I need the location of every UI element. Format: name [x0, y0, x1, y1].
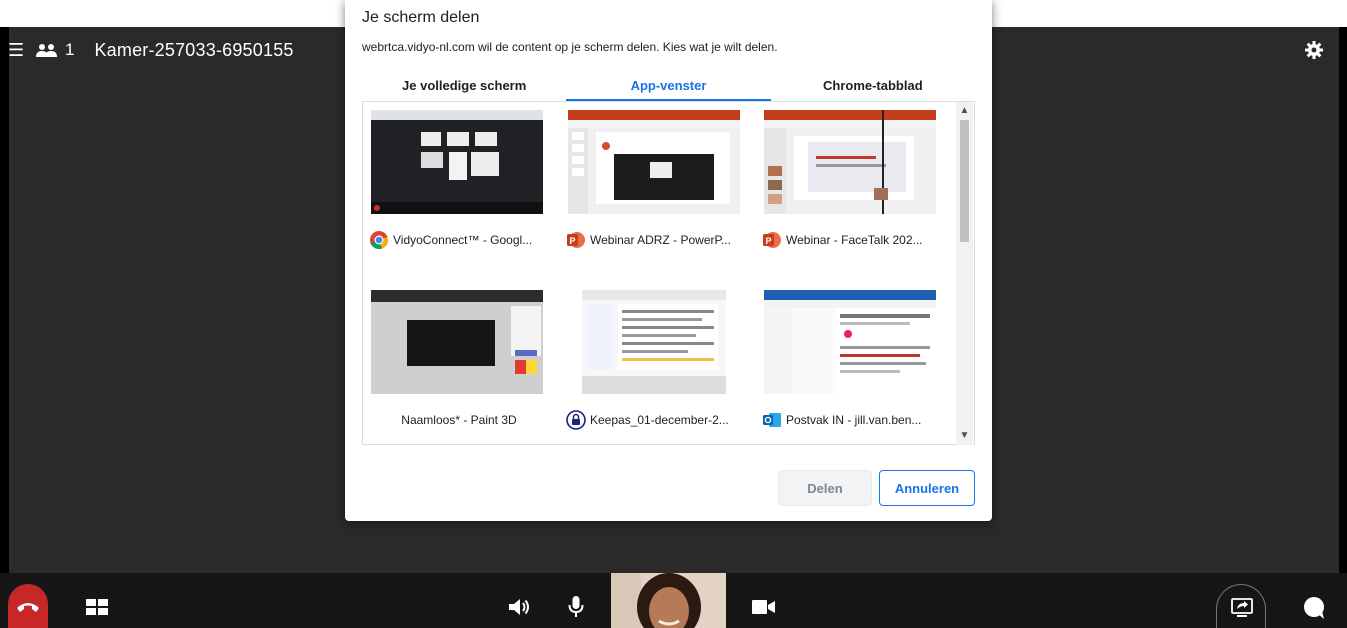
microphone-icon[interactable]	[567, 595, 585, 619]
tab-app-window[interactable]: App-venster	[566, 73, 771, 101]
window-option[interactable]: P Webinar ADRZ - PowerP...	[560, 102, 745, 262]
window-option[interactable]: VidyoConnect™ - Googl...	[363, 102, 548, 262]
window-title: Keepas_01-december-2...	[590, 413, 729, 427]
window-label: Keepas_01-december-2...	[566, 406, 746, 434]
window-option[interactable]: Naamloos* - Paint 3D	[363, 282, 548, 442]
settings-gear-icon[interactable]	[1304, 40, 1324, 60]
window-thumbnail	[568, 290, 740, 394]
share-button[interactable]: Delen	[778, 470, 872, 506]
window-title: VidyoConnect™ - Googl...	[393, 233, 533, 247]
scroll-down-arrow-icon[interactable]: ▼	[956, 430, 973, 442]
cancel-button[interactable]: Annuleren	[879, 470, 975, 506]
keepass-icon	[566, 410, 586, 430]
scroll-up-arrow-icon[interactable]: ▲	[956, 105, 973, 117]
window-label: Postvak IN - jill.van.ben...	[762, 406, 942, 434]
dialog-title: Je scherm delen	[362, 9, 480, 26]
window-title: Webinar ADRZ - PowerP...	[590, 233, 731, 247]
tab-entire-screen[interactable]: Je volledige scherm	[362, 73, 566, 101]
grid-scrollbar[interactable]: ▲ ▼	[956, 102, 973, 445]
room-header: ☰ 1 Kamer-257033-6950155	[0, 27, 294, 73]
window-thumbnail	[764, 290, 936, 394]
self-view-video	[611, 573, 726, 628]
chat-bubble-icon[interactable]	[1302, 596, 1326, 620]
outlook-icon	[763, 413, 781, 427]
powerpoint-icon: P	[567, 232, 585, 248]
hang-up-button[interactable]	[8, 584, 48, 628]
window-label: P Webinar - FaceTalk 202...	[762, 226, 942, 254]
share-tabs: Je volledige scherm App-venster Chrome-t…	[362, 73, 975, 101]
window-option[interactable]: Keepas_01-december-2...	[560, 282, 745, 442]
room-name: Kamer-257033-6950155	[94, 39, 294, 60]
window-title: Webinar - FaceTalk 202...	[786, 233, 923, 247]
hamburger-menu-icon[interactable]: ☰	[8, 40, 24, 61]
svg-text:P: P	[569, 236, 575, 246]
participant-count: 1	[65, 40, 75, 59]
window-title: Naamloos* - Paint 3D	[401, 413, 517, 427]
window-thumbnail	[371, 290, 543, 394]
layout-grid-icon[interactable]	[86, 599, 108, 615]
chrome-icon	[370, 231, 389, 250]
tab-chrome-tab[interactable]: Chrome-tabblad	[771, 73, 975, 101]
window-title: Postvak IN - jill.van.ben...	[786, 413, 922, 427]
share-screen-button[interactable]	[1216, 584, 1266, 628]
svg-text:P: P	[765, 236, 771, 246]
dialog-description: webrtca.vidyo-nl.com wil de content op j…	[362, 40, 778, 54]
window-grid: VidyoConnect™ - Googl... P Webinar ADRZ …	[362, 102, 975, 445]
window-thumbnail	[371, 110, 543, 214]
powerpoint-icon: P	[763, 232, 781, 248]
window-label: Naamloos* - Paint 3D	[369, 406, 549, 434]
window-option[interactable]: Postvak IN - jill.van.ben...	[756, 282, 941, 442]
window-label: P Webinar ADRZ - PowerP...	[566, 226, 746, 254]
speaker-icon[interactable]	[507, 597, 531, 617]
share-screen-dialog: Je scherm delen webrtca.vidyo-nl.com wil…	[345, 0, 992, 521]
window-thumbnail	[568, 110, 740, 214]
screen-share-icon	[1231, 598, 1253, 617]
participants-icon[interactable]	[34, 43, 60, 57]
window-label: VidyoConnect™ - Googl...	[369, 226, 549, 254]
phone-hangup-icon	[17, 603, 39, 612]
window-option[interactable]: P Webinar - FaceTalk 202...	[756, 102, 941, 262]
window-thumbnail	[764, 110, 936, 214]
camera-icon[interactable]	[752, 599, 776, 615]
scroll-thumb[interactable]	[960, 120, 969, 242]
